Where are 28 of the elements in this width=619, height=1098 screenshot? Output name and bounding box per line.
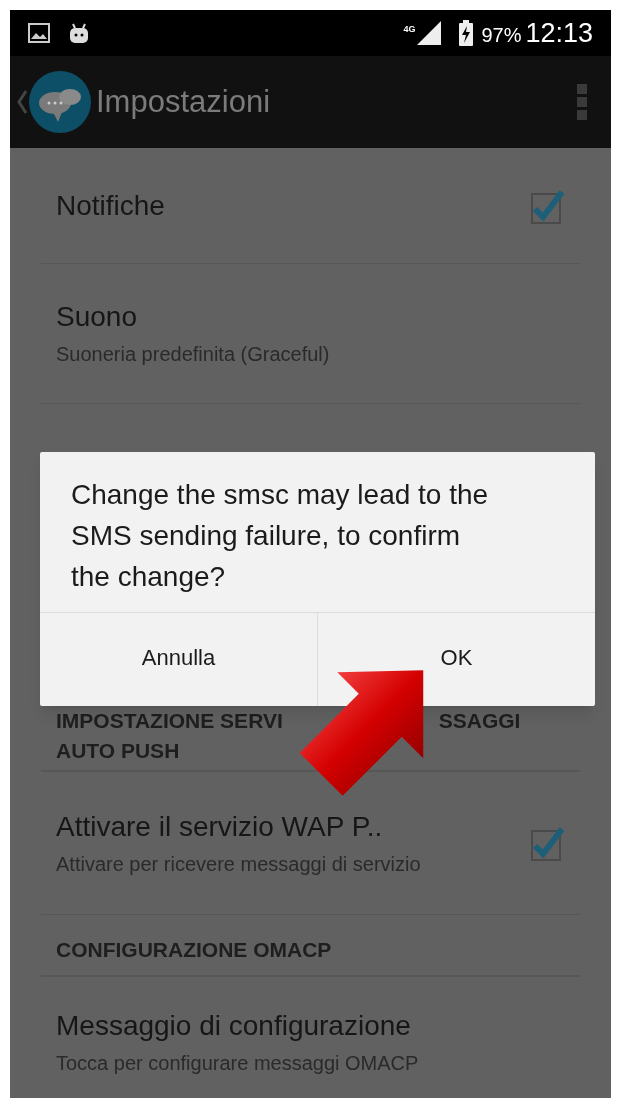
setting-title: Notifiche bbox=[56, 188, 166, 223]
signal-icon bbox=[417, 21, 442, 45]
back-button[interactable] bbox=[16, 70, 92, 134]
setting-title: Messaggio di configurazione bbox=[56, 1008, 412, 1043]
setting-summary: Suoneria predefinita (Graceful) bbox=[56, 342, 331, 367]
dialog-button[interactable]: Annulla bbox=[40, 613, 317, 706]
overflow-menu-icon[interactable] bbox=[577, 84, 587, 120]
dialog-message: Change the smsc may lead to the SMS sending failure, to confirm the change? bbox=[70, 478, 490, 594]
checkbox[interactable] bbox=[530, 824, 566, 862]
section-header: AUTO PUSH bbox=[56, 738, 180, 764]
battery-percent: 97% bbox=[481, 22, 522, 48]
settings-row[interactable]: Notifiche bbox=[41, 148, 580, 264]
clock: 12:13 bbox=[525, 16, 593, 50]
network-label: 4G bbox=[403, 23, 416, 36]
setting-summary: Tocca per configurare messaggi OMACP bbox=[56, 1050, 420, 1076]
image-icon bbox=[28, 23, 50, 43]
setting-title: Attivare il servizio WAP P.. bbox=[56, 809, 384, 844]
section-header: SSAGGI bbox=[438, 708, 521, 734]
back-chevron-icon bbox=[16, 89, 28, 115]
section-header: CONFIGURAZIONE OMACP bbox=[56, 937, 332, 963]
battery-icon bbox=[459, 20, 474, 46]
setting-title: Suono bbox=[56, 300, 138, 334]
app-title: Impostazioni bbox=[96, 82, 271, 121]
settings-row[interactable]: Suono Suoneria predefinita (Graceful) bbox=[41, 264, 580, 404]
chat-bubbles-icon bbox=[28, 70, 92, 134]
robot-icon bbox=[68, 22, 90, 44]
section-header: IMPOSTAZIONE SERVI bbox=[56, 708, 283, 734]
settings-row[interactable]: Messaggio di configurazione Tocca per configurare messaggi OMACP bbox=[41, 977, 580, 1098]
